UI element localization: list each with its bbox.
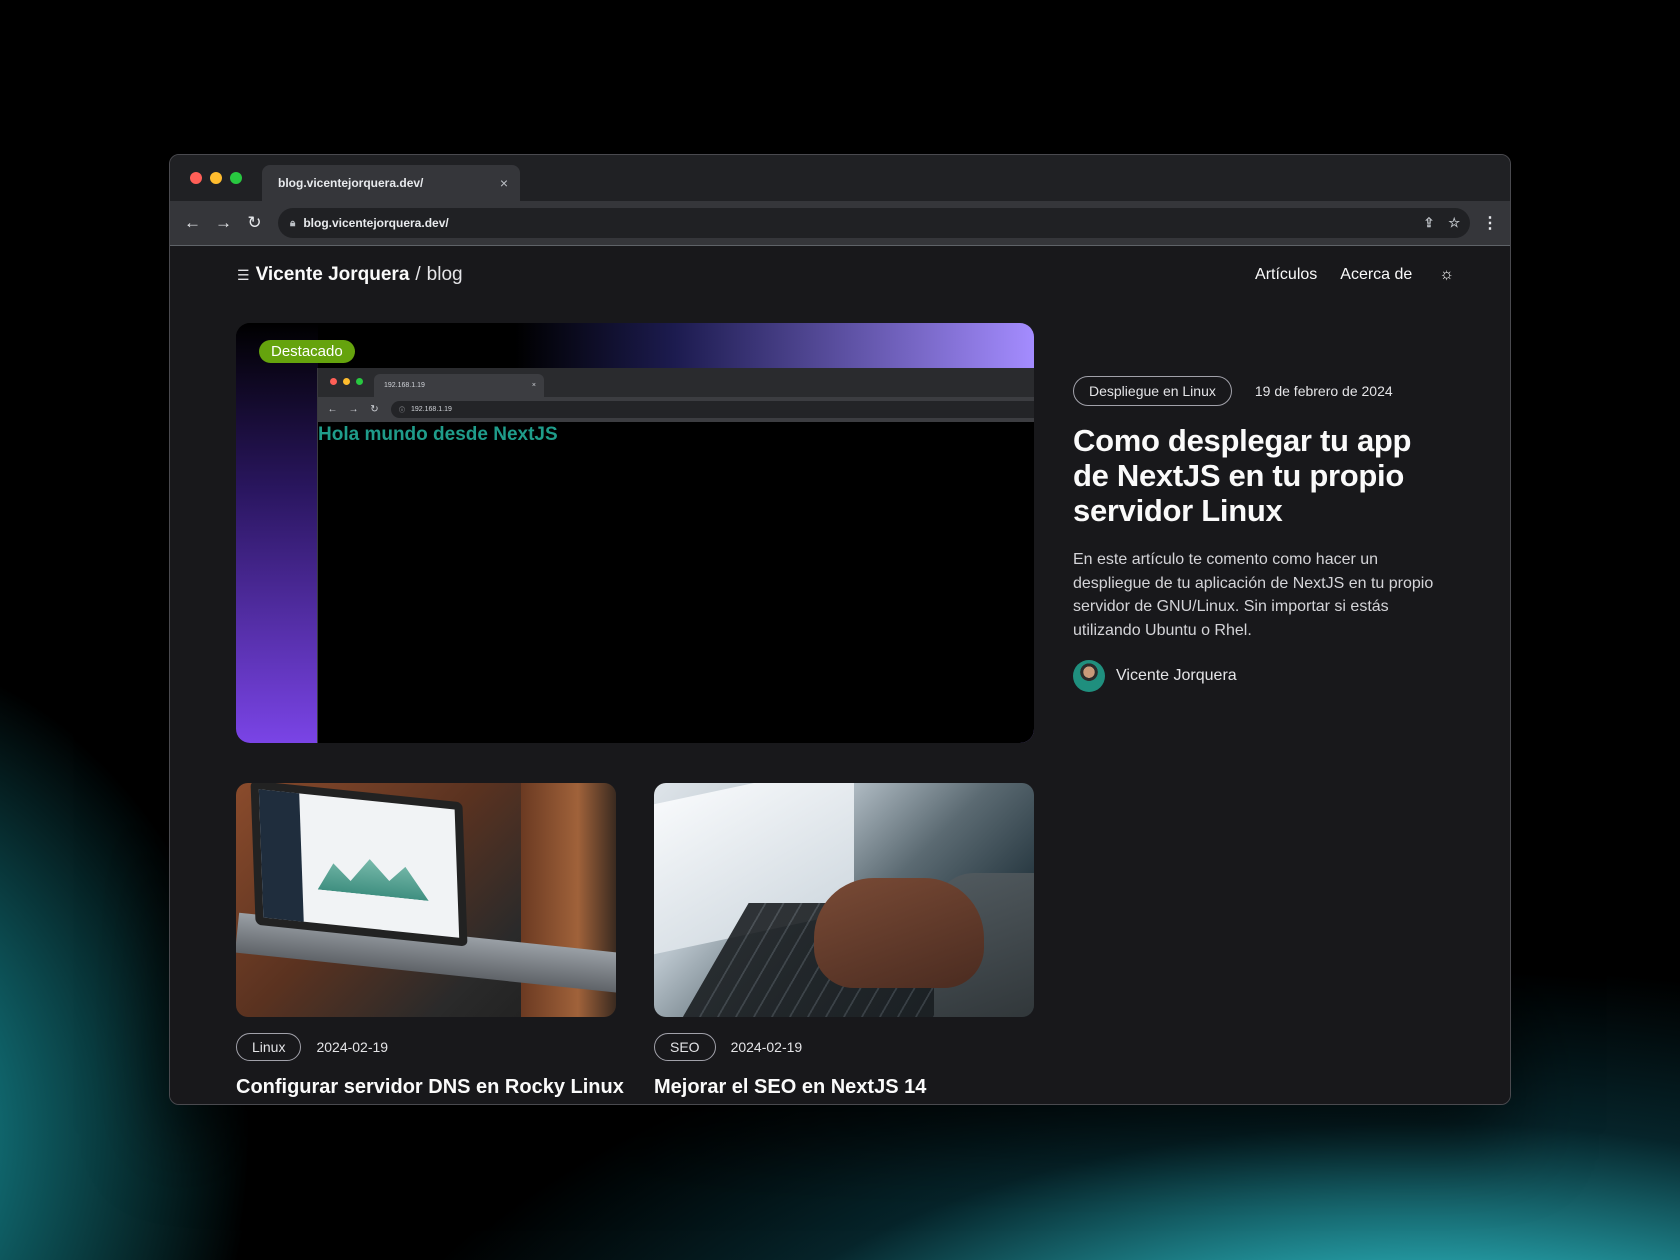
maximize-window-button[interactable] [230, 172, 242, 184]
tab-close-icon[interactable]: × [500, 175, 508, 191]
top-nav: Artículos Acerca de ☼ [1255, 266, 1454, 284]
close-window-button[interactable] [190, 172, 202, 184]
star-icon[interactable]: ☆ [1448, 215, 1460, 231]
forward-arrow-icon[interactable]: → [208, 208, 239, 238]
mini-tab: 192.168.1.19 × [374, 374, 544, 397]
minimize-window-button[interactable] [210, 172, 222, 184]
image-hand [814, 878, 984, 988]
mini-light-red [330, 378, 337, 385]
mini-url-text: 192.168.1.19 [411, 406, 452, 413]
post-image-typing-laptop[interactable] [654, 783, 1034, 1017]
author-name: Vicente Jorquera [1116, 667, 1237, 684]
featured-category-tag[interactable]: Despliegue en Linux [1073, 376, 1232, 406]
share-icon[interactable]: ⇪ [1423, 215, 1434, 231]
mini-page-heading: Hola mundo desde NextJS [318, 424, 558, 445]
blog-page: ☰ Vicente Jorquera / blog Artículos Acer… [170, 246, 1510, 1104]
featured-author[interactable]: Vicente Jorquera [1073, 660, 1237, 692]
browser-tab[interactable]: blog.vicentejorquera.dev/ × [262, 165, 520, 201]
mini-toolbar: ← → ↻ ⓘ 192.168.1.19 [318, 397, 1034, 422]
mini-back-arrow-icon: ← [327, 404, 338, 415]
image-dashboard-chart [316, 850, 428, 901]
window-controls [190, 172, 242, 184]
post-image-laptop-dashboard[interactable] [236, 783, 616, 1017]
post-card[interactable]: Linux 2024-02-19 Configurar servidor DNS… [236, 783, 624, 1099]
featured-title[interactable]: Como desplegar tu app de NextJS en tu pr… [1073, 423, 1453, 528]
post-title[interactable]: Configurar servidor DNS en Rocky Linux [236, 1076, 624, 1099]
mini-tab-close-icon: × [531, 382, 536, 389]
mini-browser-screenshot: 192.168.1.19 × ← → ↻ ⓘ 192.168.1.19 Hola… [317, 368, 1034, 743]
post-meta: Linux 2024-02-19 [236, 1033, 616, 1061]
nav-about[interactable]: Acerca de [1340, 266, 1412, 284]
post-category-tag[interactable]: SEO [654, 1033, 716, 1061]
reload-icon[interactable]: ↻ [239, 208, 270, 238]
mini-info-icon: ⓘ [399, 408, 406, 414]
image-laptop-screen [250, 783, 468, 947]
tab-bar: blog.vicentejorquera.dev/ × [170, 155, 1510, 201]
post-card[interactable]: SEO 2024-02-19 Mejorar el SEO en NextJS … [654, 783, 1034, 1099]
back-arrow-icon[interactable]: ← [177, 208, 208, 238]
brand-name: Vicente Jorquera [255, 264, 410, 285]
gradient-strip [236, 323, 318, 743]
mini-forward-arrow-icon: → [348, 404, 359, 415]
site-brand[interactable]: ☰ Vicente Jorquera / blog [237, 264, 463, 286]
address-bar[interactable]: 🔒︎ blog.vicentejorquera.dev/ ⇪ ☆ [278, 208, 1470, 238]
mini-window-controls [330, 378, 363, 385]
post-date: 2024-02-19 [316, 1039, 389, 1055]
brand-suffix: blog [426, 264, 463, 285]
post-meta: SEO 2024-02-19 [654, 1033, 1034, 1061]
featured-meta: Despliegue en Linux 19 de febrero de 202… [1073, 376, 1393, 406]
brand-separator: / [415, 264, 421, 285]
browser-window: blog.vicentejorquera.dev/ × ← → ↻ 🔒︎ blo… [169, 154, 1511, 1105]
image-dashboard-sidebar [258, 789, 304, 922]
sun-icon[interactable]: ☼ [1439, 266, 1454, 284]
url-text: blog.vicentejorquera.dev/ [303, 216, 449, 230]
mini-light-yellow [343, 378, 350, 385]
mini-reload-icon: ↻ [370, 404, 379, 415]
lock-icon: 🔒︎ [290, 217, 296, 229]
browser-toolbar: ← → ↻ 🔒︎ blog.vicentejorquera.dev/ ⇪ ☆ ⋮ [170, 201, 1510, 246]
kebab-menu-icon[interactable]: ⋮ [1482, 213, 1498, 233]
post-category-tag[interactable]: Linux [236, 1033, 302, 1061]
featured-date: 19 de febrero de 2024 [1254, 383, 1393, 399]
featured-image[interactable]: Destacado 192.168.1.19 × ← → ↻ ⓘ 192.168… [236, 323, 1034, 743]
avatar [1073, 660, 1105, 692]
server-icon: ☰ [237, 266, 250, 283]
featured-description: En este artículo te comento como hacer u… [1073, 551, 1434, 639]
mini-tab-title: 192.168.1.19 [384, 382, 425, 389]
post-title[interactable]: Mejorar el SEO en NextJS 14 [654, 1076, 1034, 1099]
mini-light-green [356, 378, 363, 385]
mini-address-bar: ⓘ 192.168.1.19 [391, 401, 1034, 418]
featured-badge: Destacado [259, 340, 355, 363]
post-date: 2024-02-19 [730, 1039, 803, 1055]
nav-articles[interactable]: Artículos [1255, 266, 1317, 284]
mini-tab-bar: 192.168.1.19 × [318, 368, 1034, 397]
tab-title: blog.vicentejorquera.dev/ [278, 176, 424, 190]
